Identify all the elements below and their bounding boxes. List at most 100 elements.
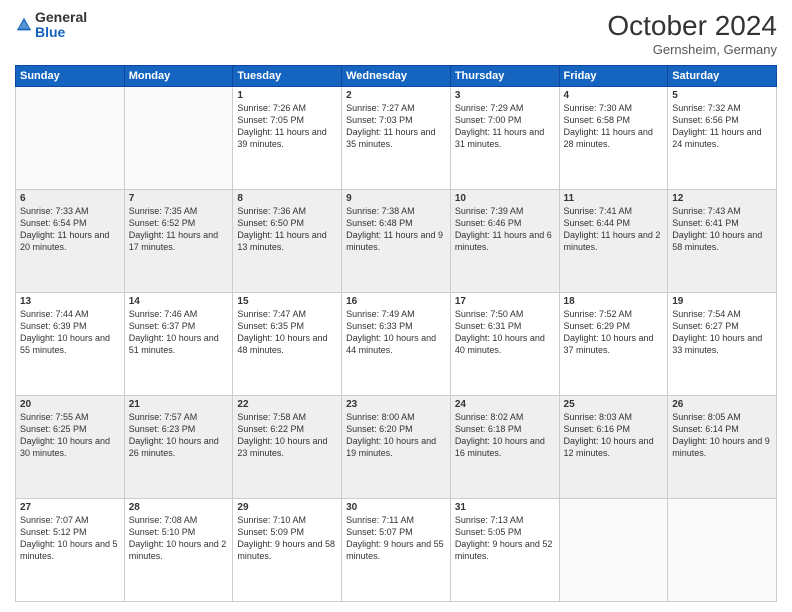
day-header-wednesday: Wednesday bbox=[342, 66, 451, 87]
day-number: 6 bbox=[20, 193, 120, 204]
day-number: 13 bbox=[20, 296, 120, 307]
calendar-cell: 4Sunrise: 7:30 AM Sunset: 6:58 PM Daylig… bbox=[559, 87, 668, 190]
calendar-cell bbox=[668, 499, 777, 602]
logo: General Blue bbox=[15, 10, 87, 41]
calendar-cell: 1Sunrise: 7:26 AM Sunset: 7:05 PM Daylig… bbox=[233, 87, 342, 190]
calendar-cell: 25Sunrise: 8:03 AM Sunset: 6:16 PM Dayli… bbox=[559, 396, 668, 499]
calendar-cell: 22Sunrise: 7:58 AM Sunset: 6:22 PM Dayli… bbox=[233, 396, 342, 499]
calendar-cell: 26Sunrise: 8:05 AM Sunset: 6:14 PM Dayli… bbox=[668, 396, 777, 499]
calendar-cell: 3Sunrise: 7:29 AM Sunset: 7:00 PM Daylig… bbox=[450, 87, 559, 190]
day-info: Sunrise: 7:26 AM Sunset: 7:05 PM Dayligh… bbox=[237, 102, 337, 151]
calendar-cell bbox=[124, 87, 233, 190]
day-info: Sunrise: 8:00 AM Sunset: 6:20 PM Dayligh… bbox=[346, 411, 446, 460]
calendar-week-row: 20Sunrise: 7:55 AM Sunset: 6:25 PM Dayli… bbox=[16, 396, 777, 499]
calendar-cell: 13Sunrise: 7:44 AM Sunset: 6:39 PM Dayli… bbox=[16, 293, 125, 396]
day-number: 26 bbox=[672, 399, 772, 410]
calendar-week-row: 13Sunrise: 7:44 AM Sunset: 6:39 PM Dayli… bbox=[16, 293, 777, 396]
day-info: Sunrise: 7:47 AM Sunset: 6:35 PM Dayligh… bbox=[237, 308, 337, 357]
day-number: 3 bbox=[455, 90, 555, 101]
calendar-cell: 29Sunrise: 7:10 AM Sunset: 5:09 PM Dayli… bbox=[233, 499, 342, 602]
day-info: Sunrise: 7:57 AM Sunset: 6:23 PM Dayligh… bbox=[129, 411, 229, 460]
day-info: Sunrise: 7:41 AM Sunset: 6:44 PM Dayligh… bbox=[564, 205, 664, 254]
calendar-week-row: 27Sunrise: 7:07 AM Sunset: 5:12 PM Dayli… bbox=[16, 499, 777, 602]
calendar-header-row: SundayMondayTuesdayWednesdayThursdayFrid… bbox=[16, 66, 777, 87]
day-number: 23 bbox=[346, 399, 446, 410]
day-number: 10 bbox=[455, 193, 555, 204]
logo-icon bbox=[15, 16, 33, 34]
calendar-cell: 8Sunrise: 7:36 AM Sunset: 6:50 PM Daylig… bbox=[233, 190, 342, 293]
day-info: Sunrise: 7:10 AM Sunset: 5:09 PM Dayligh… bbox=[237, 514, 337, 563]
day-number: 20 bbox=[20, 399, 120, 410]
calendar-cell: 27Sunrise: 7:07 AM Sunset: 5:12 PM Dayli… bbox=[16, 499, 125, 602]
day-number: 28 bbox=[129, 502, 229, 513]
calendar-cell: 2Sunrise: 7:27 AM Sunset: 7:03 PM Daylig… bbox=[342, 87, 451, 190]
day-info: Sunrise: 7:44 AM Sunset: 6:39 PM Dayligh… bbox=[20, 308, 120, 357]
day-number: 12 bbox=[672, 193, 772, 204]
calendar-cell: 15Sunrise: 7:47 AM Sunset: 6:35 PM Dayli… bbox=[233, 293, 342, 396]
calendar-cell: 6Sunrise: 7:33 AM Sunset: 6:54 PM Daylig… bbox=[16, 190, 125, 293]
day-number: 5 bbox=[672, 90, 772, 101]
day-number: 2 bbox=[346, 90, 446, 101]
day-info: Sunrise: 7:08 AM Sunset: 5:10 PM Dayligh… bbox=[129, 514, 229, 563]
day-info: Sunrise: 7:27 AM Sunset: 7:03 PM Dayligh… bbox=[346, 102, 446, 151]
day-info: Sunrise: 7:07 AM Sunset: 5:12 PM Dayligh… bbox=[20, 514, 120, 563]
day-header-monday: Monday bbox=[124, 66, 233, 87]
month-title: October 2024 bbox=[607, 10, 777, 42]
logo-text: General Blue bbox=[35, 10, 87, 41]
day-header-saturday: Saturday bbox=[668, 66, 777, 87]
day-number: 27 bbox=[20, 502, 120, 513]
day-info: Sunrise: 8:03 AM Sunset: 6:16 PM Dayligh… bbox=[564, 411, 664, 460]
day-number: 30 bbox=[346, 502, 446, 513]
calendar-cell: 24Sunrise: 8:02 AM Sunset: 6:18 PM Dayli… bbox=[450, 396, 559, 499]
day-info: Sunrise: 7:50 AM Sunset: 6:31 PM Dayligh… bbox=[455, 308, 555, 357]
calendar-cell: 19Sunrise: 7:54 AM Sunset: 6:27 PM Dayli… bbox=[668, 293, 777, 396]
day-number: 24 bbox=[455, 399, 555, 410]
day-number: 18 bbox=[564, 296, 664, 307]
calendar-cell: 16Sunrise: 7:49 AM Sunset: 6:33 PM Dayli… bbox=[342, 293, 451, 396]
day-number: 25 bbox=[564, 399, 664, 410]
title-section: October 2024 Gernsheim, Germany bbox=[607, 10, 777, 57]
day-number: 15 bbox=[237, 296, 337, 307]
calendar-cell: 23Sunrise: 8:00 AM Sunset: 6:20 PM Dayli… bbox=[342, 396, 451, 499]
day-number: 14 bbox=[129, 296, 229, 307]
calendar-cell: 5Sunrise: 7:32 AM Sunset: 6:56 PM Daylig… bbox=[668, 87, 777, 190]
day-number: 29 bbox=[237, 502, 337, 513]
day-number: 19 bbox=[672, 296, 772, 307]
day-info: Sunrise: 7:33 AM Sunset: 6:54 PM Dayligh… bbox=[20, 205, 120, 254]
day-info: Sunrise: 7:55 AM Sunset: 6:25 PM Dayligh… bbox=[20, 411, 120, 460]
day-number: 9 bbox=[346, 193, 446, 204]
day-info: Sunrise: 7:38 AM Sunset: 6:48 PM Dayligh… bbox=[346, 205, 446, 254]
calendar-cell: 14Sunrise: 7:46 AM Sunset: 6:37 PM Dayli… bbox=[124, 293, 233, 396]
day-info: Sunrise: 7:58 AM Sunset: 6:22 PM Dayligh… bbox=[237, 411, 337, 460]
day-number: 1 bbox=[237, 90, 337, 101]
day-number: 17 bbox=[455, 296, 555, 307]
day-info: Sunrise: 7:30 AM Sunset: 6:58 PM Dayligh… bbox=[564, 102, 664, 151]
calendar-cell: 31Sunrise: 7:13 AM Sunset: 5:05 PM Dayli… bbox=[450, 499, 559, 602]
day-number: 7 bbox=[129, 193, 229, 204]
location-subtitle: Gernsheim, Germany bbox=[607, 42, 777, 57]
calendar-week-row: 6Sunrise: 7:33 AM Sunset: 6:54 PM Daylig… bbox=[16, 190, 777, 293]
day-info: Sunrise: 7:39 AM Sunset: 6:46 PM Dayligh… bbox=[455, 205, 555, 254]
calendar-cell: 11Sunrise: 7:41 AM Sunset: 6:44 PM Dayli… bbox=[559, 190, 668, 293]
day-info: Sunrise: 7:54 AM Sunset: 6:27 PM Dayligh… bbox=[672, 308, 772, 357]
day-info: Sunrise: 8:05 AM Sunset: 6:14 PM Dayligh… bbox=[672, 411, 772, 460]
day-info: Sunrise: 7:46 AM Sunset: 6:37 PM Dayligh… bbox=[129, 308, 229, 357]
day-header-thursday: Thursday bbox=[450, 66, 559, 87]
logo-blue: Blue bbox=[35, 24, 65, 40]
day-info: Sunrise: 7:52 AM Sunset: 6:29 PM Dayligh… bbox=[564, 308, 664, 357]
page: General Blue October 2024 Gernsheim, Ger… bbox=[0, 0, 792, 612]
calendar-cell: 20Sunrise: 7:55 AM Sunset: 6:25 PM Dayli… bbox=[16, 396, 125, 499]
logo-general: General bbox=[35, 9, 87, 25]
calendar-cell: 28Sunrise: 7:08 AM Sunset: 5:10 PM Dayli… bbox=[124, 499, 233, 602]
calendar-cell: 7Sunrise: 7:35 AM Sunset: 6:52 PM Daylig… bbox=[124, 190, 233, 293]
day-info: Sunrise: 7:11 AM Sunset: 5:07 PM Dayligh… bbox=[346, 514, 446, 563]
calendar-cell: 9Sunrise: 7:38 AM Sunset: 6:48 PM Daylig… bbox=[342, 190, 451, 293]
calendar-table: SundayMondayTuesdayWednesdayThursdayFrid… bbox=[15, 65, 777, 602]
calendar-cell: 30Sunrise: 7:11 AM Sunset: 5:07 PM Dayli… bbox=[342, 499, 451, 602]
day-info: Sunrise: 7:13 AM Sunset: 5:05 PM Dayligh… bbox=[455, 514, 555, 563]
day-info: Sunrise: 7:35 AM Sunset: 6:52 PM Dayligh… bbox=[129, 205, 229, 254]
calendar-week-row: 1Sunrise: 7:26 AM Sunset: 7:05 PM Daylig… bbox=[16, 87, 777, 190]
day-number: 8 bbox=[237, 193, 337, 204]
calendar-cell bbox=[559, 499, 668, 602]
day-number: 4 bbox=[564, 90, 664, 101]
